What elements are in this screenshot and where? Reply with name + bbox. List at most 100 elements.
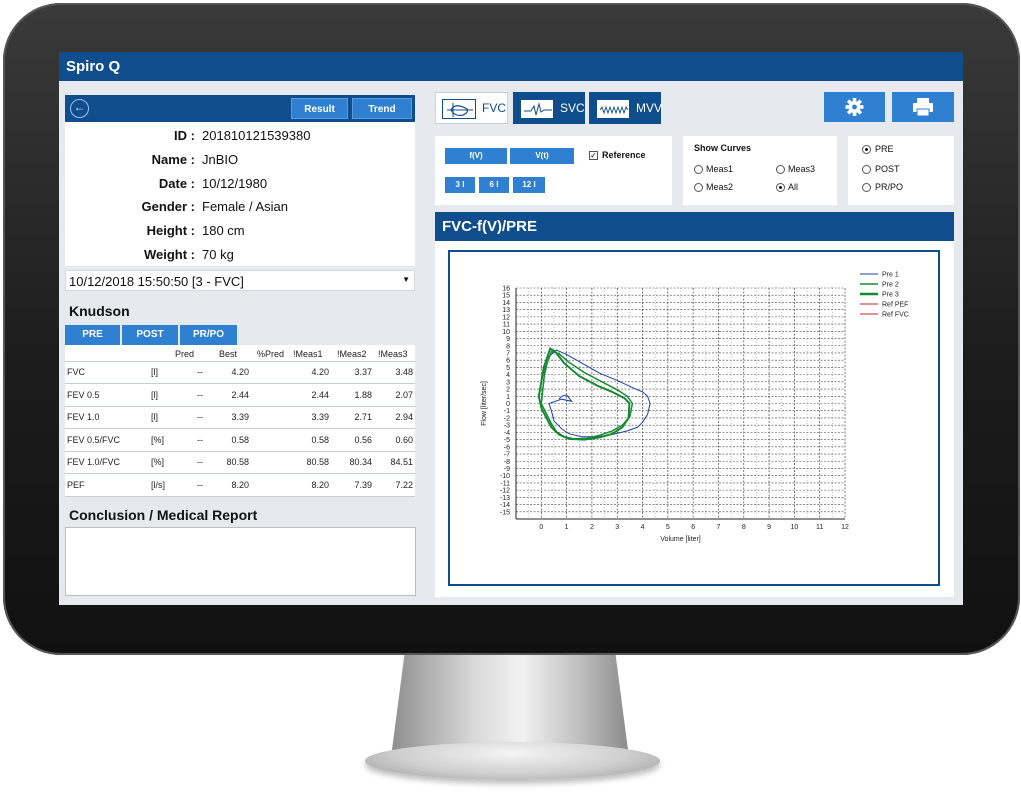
curve-controls: f(V) V(t) ✓ Reference 3 l 6 l 12 l — [435, 136, 672, 205]
result-button[interactable]: Result — [291, 98, 348, 119]
patient-id: 201810121539380 — [202, 128, 311, 143]
table-cell-best: 3.39 — [231, 412, 249, 422]
fv-button[interactable]: f(V) — [445, 148, 507, 164]
y-tick-label: -5 — [504, 437, 510, 444]
x-tick-label: 7 — [717, 524, 721, 531]
table-cell-m3: 7.22 — [395, 479, 413, 490]
legend-label: Pre 2 — [882, 282, 899, 289]
patient-name: JnBIO — [202, 152, 239, 167]
table-cell-m1: 0.58 — [311, 434, 329, 445]
table-cell-best: 80.58 — [226, 457, 249, 467]
meas3-radio[interactable] — [776, 165, 785, 174]
x-tick-label: 5 — [666, 524, 670, 531]
x-tick-label: 2 — [590, 524, 594, 531]
table-cell-pred: -- — [197, 367, 203, 377]
pre-radio[interactable] — [862, 145, 871, 154]
y-tick-label: -13 — [500, 495, 510, 502]
table-cell-param: FEV 0.5/FVC — [67, 434, 121, 445]
patient-id-row: ID : 201810121539380 — [65, 124, 415, 148]
patient-name-row: Name : JnBIO — [65, 148, 415, 172]
settings-button[interactable] — [824, 92, 885, 122]
legend-label: Ref PEF — [882, 302, 908, 309]
patient-weight-row: Weight : 70 kg — [65, 243, 415, 267]
conclusion-textarea[interactable] — [65, 527, 416, 596]
x-tick-label: 8 — [742, 524, 746, 531]
reference-label: Reference — [602, 150, 646, 160]
post-button[interactable]: POST — [122, 325, 178, 345]
pr-po-button[interactable]: PR/PO — [180, 325, 237, 345]
table-cell-pred: -- — [197, 434, 203, 445]
tab-fvc[interactable]: FVC — [435, 92, 508, 124]
patient-info: ID : 201810121539380 Name : JnBIO Date :… — [65, 122, 415, 266]
table-cell-m1: 80.58 — [306, 457, 329, 467]
table-cell-m2: 80.34 — [349, 457, 372, 467]
column-header: Best — [219, 349, 238, 359]
row-divider — [65, 405, 415, 407]
row-divider — [65, 495, 415, 497]
x-tick-label: 0 — [539, 524, 543, 531]
x-tick-label: 11 — [816, 524, 823, 531]
meas3-label: Meas3 — [788, 164, 816, 174]
column-header: Pred — [175, 349, 195, 359]
table-cell-m3: 84.51 — [390, 457, 413, 467]
y-tick-label: -12 — [500, 488, 510, 495]
patient-label: Gender : — [141, 199, 195, 214]
reference-set-label: Knudson — [69, 303, 130, 319]
scale-3l-button[interactable]: 3 l — [445, 177, 475, 193]
y-tick-label: 8 — [506, 343, 510, 350]
all-label: All — [788, 182, 799, 192]
y-tick-label: -2 — [504, 415, 510, 422]
table-cell-best: 2.44 — [231, 389, 249, 400]
meas2-radio[interactable] — [694, 183, 703, 192]
column-header: !Meas2 — [337, 349, 367, 359]
y-tick-label: -11 — [500, 480, 510, 487]
session-select[interactable]: 10/12/2018 15:50:50 [3 - FVC] ▼ — [65, 270, 415, 291]
row-divider — [65, 450, 415, 452]
print-button[interactable] — [892, 92, 954, 122]
tab-fvc-label: FVC — [482, 101, 506, 115]
column-header: !Meas1 — [293, 349, 323, 359]
tab-mvv[interactable]: MVV — [589, 92, 662, 124]
meas1-radio[interactable] — [694, 165, 703, 174]
row-divider — [65, 383, 415, 384]
pr-po-radio[interactable] — [862, 183, 871, 192]
y-tick-label: 9 — [506, 336, 510, 343]
patient-label: Date : — [158, 176, 195, 191]
y-tick-label: -1 — [504, 408, 510, 415]
scale-6l-button[interactable]: 6 l — [479, 177, 509, 193]
table-cell-m3: 2.94 — [395, 412, 413, 422]
x-tick-label: 3 — [615, 524, 619, 531]
y-tick-label: -3 — [504, 423, 510, 430]
row-divider — [65, 428, 415, 429]
table-cell-best: 4.20 — [231, 367, 249, 377]
y-tick-label: 13 — [502, 307, 510, 314]
trend-button[interactable]: Trend — [352, 98, 412, 119]
y-axis-label: Flow [liter/sec] — [481, 381, 488, 426]
y-tick-label: -7 — [504, 452, 510, 459]
y-tick-label: -10 — [500, 473, 510, 480]
table-cell-unit: [%] — [151, 434, 165, 445]
y-tick-label: 4 — [506, 372, 510, 379]
y-tick-label: -4 — [504, 430, 510, 437]
table-cell-param: FVC — [67, 367, 85, 377]
scale-12l-button[interactable]: 12 l — [513, 177, 545, 193]
reference-checkbox[interactable]: ✓ — [589, 151, 598, 160]
patient-gender-row: Gender : Female / Asian — [65, 195, 415, 219]
table-cell-unit: [%] — [151, 457, 165, 467]
post-radio[interactable] — [862, 165, 871, 174]
y-tick-label: -14 — [500, 502, 510, 509]
patient-label: Height : — [146, 223, 195, 238]
table-cell-m2: 3.37 — [354, 367, 372, 377]
patient-label: ID : — [174, 128, 195, 143]
flow-volume-chart: 161514131211109876543210-1-2-3-4-5-6-7-8… — [481, 268, 922, 543]
table-cell-param: FEV 1.0 — [67, 412, 100, 422]
pre-button[interactable]: PRE — [65, 325, 120, 345]
monitor-stand-base — [365, 742, 660, 780]
back-button[interactable]: ← — [70, 99, 89, 118]
table-cell-m2: 7.39 — [354, 479, 372, 490]
y-tick-label: 7 — [506, 350, 510, 357]
tab-svc[interactable]: SVC — [513, 92, 585, 124]
vt-button[interactable]: V(t) — [510, 148, 574, 164]
all-radio[interactable] — [776, 183, 785, 192]
table-cell-m1: 2.44 — [311, 389, 329, 400]
